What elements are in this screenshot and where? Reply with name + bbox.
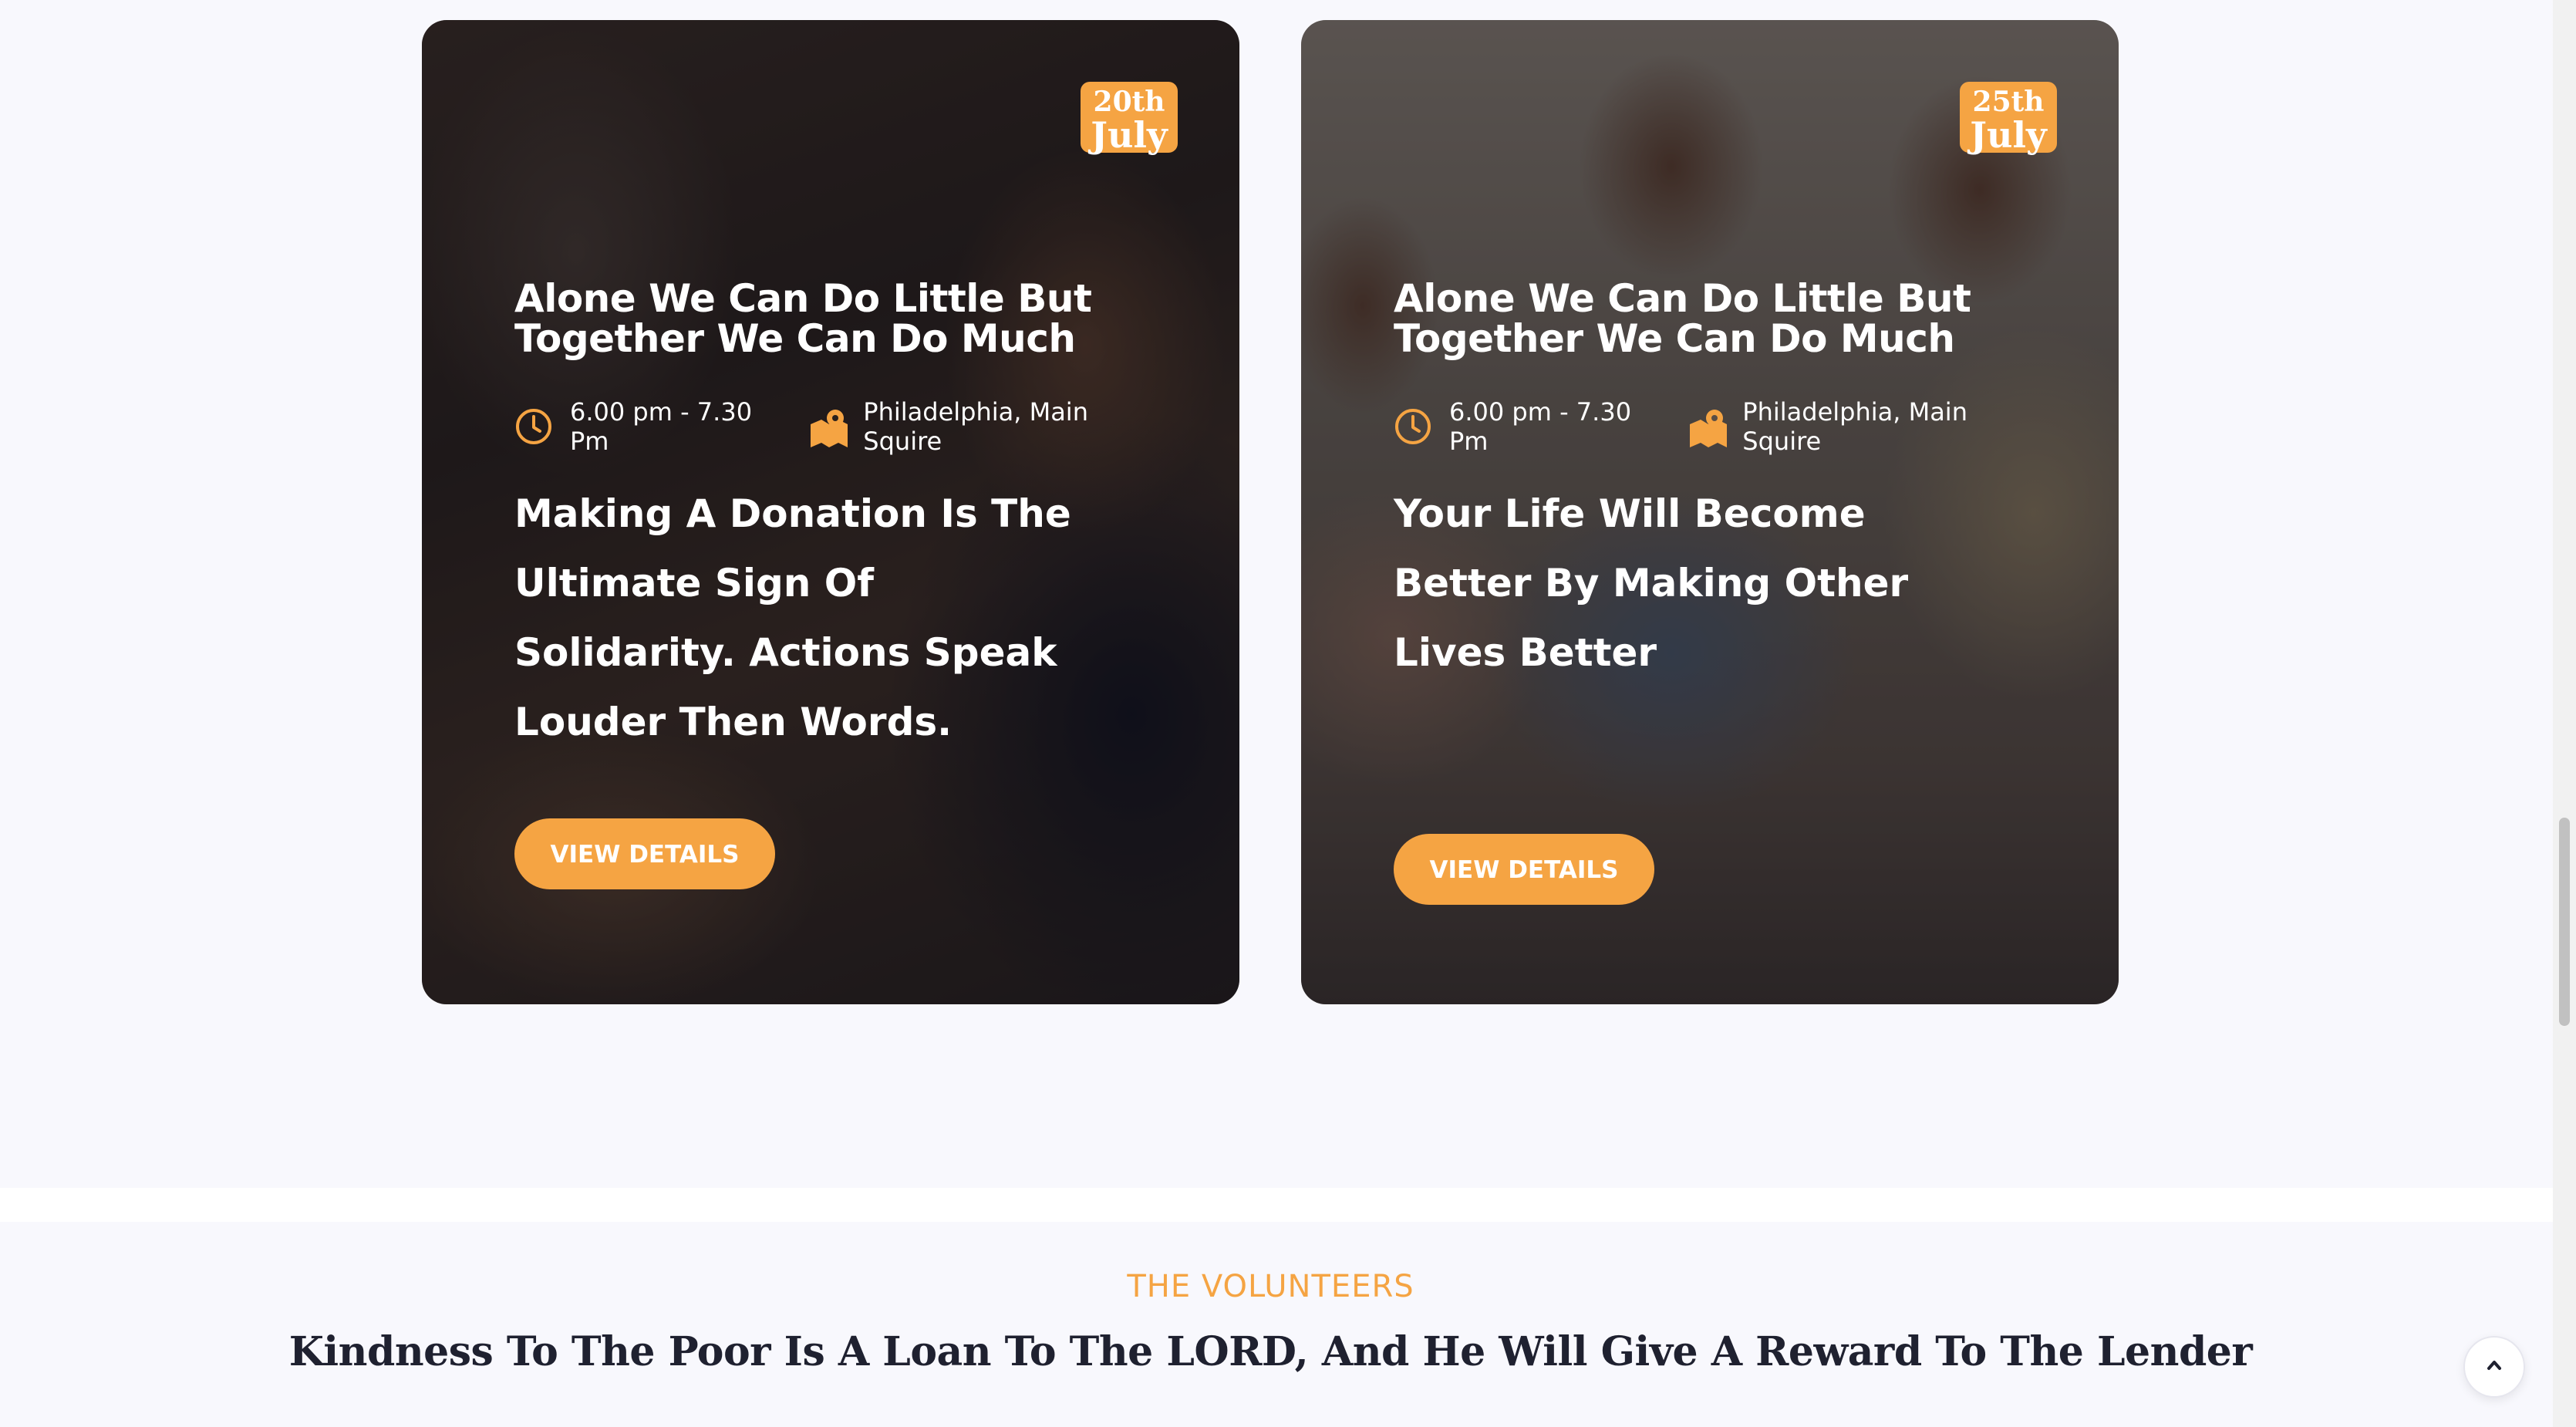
event-location-text: Philadelphia, Main Squire	[863, 397, 1088, 456]
event-meta: 6.00 pm - 7.30 Pm Philadelphia, Main Squ…	[514, 397, 1178, 456]
event-location: Philadelphia, Main Squire	[808, 397, 1148, 456]
view-details-button[interactable]: VIEW DETAILS	[1394, 834, 1654, 905]
event-card-content: Alone We Can Do Little But Together We C…	[514, 278, 1178, 757]
event-title-line: Alone We Can Do Little But	[1394, 276, 1971, 321]
section-kicker: THE VOLUNTEERS	[1127, 1269, 1414, 1304]
event-title-line: Together We Can Do Much	[514, 316, 1076, 361]
page: 20th July Alone We Can Do Little But Tog…	[0, 0, 2576, 1427]
event-time: 6.00 pm - 7.30 Pm	[514, 397, 778, 456]
event-time-text: 6.00 pm - 7.30 Pm	[1449, 397, 1632, 456]
event-title[interactable]: Alone We Can Do Little But Together We C…	[1394, 278, 2057, 359]
event-meta: 6.00 pm - 7.30 Pm Philadelphia, Main Squ…	[1394, 397, 2057, 456]
date-day: 20th	[1093, 86, 1165, 118]
scrollbar-thumb[interactable]	[2559, 818, 2570, 1026]
clock-icon	[514, 407, 553, 446]
event-title[interactable]: Alone We Can Do Little But Together We C…	[514, 278, 1178, 359]
event-description: Your Life Will Become Better By Making O…	[1394, 491, 1909, 675]
date-day: 25th	[1972, 86, 2045, 118]
event-card: 25th July Alone We Can Do Little But Tog…	[1301, 20, 2119, 1004]
event-card-content: Alone We Can Do Little But Together We C…	[1394, 278, 2057, 687]
back-to-top-button[interactable]	[2463, 1336, 2525, 1398]
event-location-text: Philadelphia, Main Squire	[1742, 397, 1967, 456]
view-details-button[interactable]: VIEW DETAILS	[514, 818, 775, 889]
event-time-text: 6.00 pm - 7.30 Pm	[570, 397, 753, 456]
section-divider	[0, 1188, 2553, 1222]
map-icon	[808, 407, 848, 447]
event-title-line: Together We Can Do Much	[1394, 316, 1955, 361]
date-month: July	[1970, 114, 2047, 156]
clock-icon	[1394, 407, 1432, 446]
event-location: Philadelphia, Main Squire	[1687, 397, 2028, 456]
event-time: 6.00 pm - 7.30 Pm	[1394, 397, 1657, 456]
event-title-line: Alone We Can Do Little But	[514, 276, 1092, 321]
event-description: Making A Donation Is The Ultimate Sign O…	[514, 491, 1071, 744]
scrollbar-track[interactable]	[2553, 0, 2576, 1427]
date-badge: 20th July	[1081, 82, 1178, 153]
section-title: Kindness To The Poor Is A Loan To The LO…	[288, 1328, 2253, 1375]
date-month: July	[1091, 114, 1168, 156]
chevron-up-icon	[2483, 1354, 2506, 1380]
map-icon	[1687, 407, 1728, 447]
event-card: 20th July Alone We Can Do Little But Tog…	[422, 20, 1239, 1004]
date-badge: 25th July	[1960, 82, 2057, 153]
volunteers-section	[0, 1222, 2553, 1427]
